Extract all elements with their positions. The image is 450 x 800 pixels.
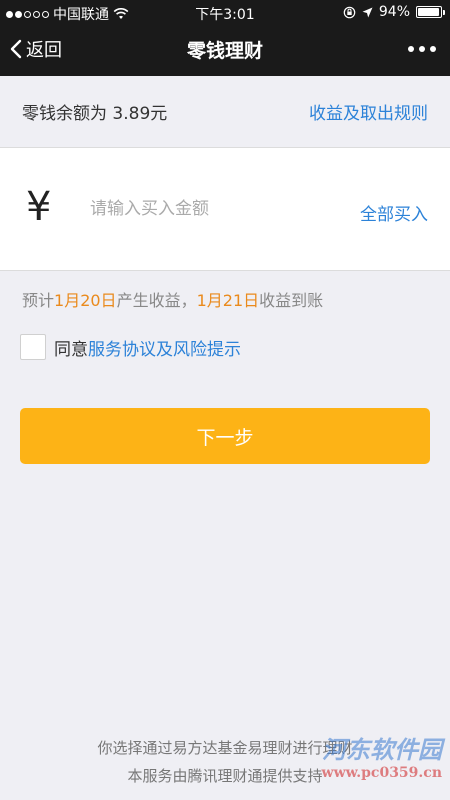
status-right: 94% [343,4,445,20]
agree-prefix: 同意 [54,339,88,360]
estimate-text: 预计1月20日产生收益，1月21日收益到账 [22,287,323,311]
next-button[interactable]: 下一步 [20,408,430,464]
battery-fill [418,8,439,16]
battery-icon [416,6,445,18]
yen-icon: ¥ [26,184,52,230]
back-label: 返回 [26,40,62,61]
estimate-middle: 产生收益， [116,291,197,310]
balance-label: 零钱余额为 3.89元 [22,103,168,124]
back-button[interactable]: 返回 [10,36,62,62]
buy-all-button[interactable]: 全部买入 [360,200,428,225]
agree-checkbox[interactable] [20,334,46,360]
rules-link[interactable]: 收益及取出规则 [309,99,428,124]
page-title: 零钱理财 [186,40,263,62]
estimate-prefix: 预计 [22,291,55,310]
watermark: 河东软件园 www.pc0359.cn [322,730,442,781]
estimate-suffix: 收益到账 [259,291,324,310]
agreement-row: 同意服务协议及风险提示 [20,334,241,360]
chevron-left-icon [10,39,22,59]
nav-bar: 返回 零钱理财 [0,24,450,76]
more-menu-icon[interactable] [408,38,436,60]
agreement-link[interactable]: 服务协议及风险提示 [88,340,241,360]
battery-percent: 94% [378,4,410,20]
balance-row: 零钱余额为 3.89元 收益及取出规则 [0,76,450,146]
watermark-url: www.pc0359.cn [321,765,442,781]
amount-input[interactable] [90,192,330,226]
status-bar: 中国联通 下午3:01 94% [0,0,450,24]
earn-date: 1月20日 [54,291,117,310]
arrive-date: 1月21日 [196,291,260,310]
rotation-lock-icon [343,6,356,18]
location-icon [362,7,373,17]
watermark-name: 河东软件园 [322,735,442,764]
